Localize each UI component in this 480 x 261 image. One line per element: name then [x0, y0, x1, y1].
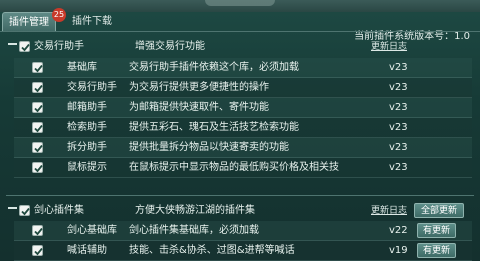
plugin-name: 拆分助手: [67, 142, 107, 153]
plugin-desc: 为交易行提供更多便捷性的操作: [129, 82, 269, 93]
plugin-checkbox[interactable]: [32, 142, 43, 153]
plugin-desc: 为邮箱提供快速取件、寄件功能: [129, 102, 269, 113]
group-checkbox[interactable]: [19, 205, 30, 216]
plugin-name: 基础库: [67, 62, 97, 73]
check-icon: [34, 124, 43, 133]
group-checkbox[interactable]: [19, 41, 30, 52]
tab-plugin-download[interactable]: 插件下载: [66, 12, 118, 32]
plugin-desc: 提供五彩石、瑰石及生活技艺检索功能: [129, 122, 299, 133]
plugin-name: 剑心基础库: [67, 225, 117, 236]
plugin-row: 邮箱助手 为邮箱提供快速取件、寄件功能 v23: [14, 98, 472, 118]
check-icon: [34, 164, 43, 173]
check-icon: [34, 64, 43, 73]
plugin-name: 邮箱助手: [67, 102, 107, 113]
group-header-jianxin: 剑心插件集 方便大侠畅游江湖的插件集 更新日志 全部更新: [6, 202, 474, 220]
update-all-button[interactable]: 全部更新: [414, 203, 465, 218]
plugin-version: v23: [389, 82, 408, 93]
plugin-version: v23: [389, 122, 408, 133]
update-button[interactable]: 有更新: [417, 223, 457, 238]
plugin-name: 交易行助手: [67, 82, 117, 93]
plugin-row: 喊话辅助 技能、击杀&协杀、过图&进帮等喊话 v19 有更新: [14, 241, 472, 261]
plugin-row: 检索助手 提供五彩石、瑰石及生活技艺检索功能 v23: [14, 118, 472, 138]
plugin-desc: 剑心插件集基础库，必须加载: [129, 225, 259, 236]
plugin-checkbox[interactable]: [32, 82, 43, 93]
tab-bar: 插件管理 25 插件下载 当前插件系统版本号：1.0: [0, 8, 480, 42]
tab-badge: 25: [52, 8, 66, 22]
plugin-version: v23: [389, 62, 408, 73]
check-icon: [34, 84, 43, 93]
plugin-desc: 交易行助手插件依赖这个库，必须加载: [129, 62, 299, 73]
changelog-link[interactable]: 更新日志: [371, 202, 407, 220]
plugin-list-trade: 基础库 交易行助手插件依赖这个库，必须加载 v23 交易行助手 为交易行提供更多…: [14, 58, 472, 178]
collapse-icon[interactable]: [8, 43, 17, 45]
check-icon: [34, 144, 43, 153]
plugin-name: 检索助手: [67, 122, 107, 133]
plugin-version: v22: [389, 225, 408, 236]
plugin-desc: 技能、击杀&协杀、过图&进帮等喊话: [129, 245, 295, 256]
check-icon: [34, 247, 43, 256]
plugin-row: 拆分助手 提供批量拆分物品以快速寄卖的功能 v23: [14, 138, 472, 158]
window-titlebar: [0, 0, 480, 12]
tab-label: 插件管理: [9, 17, 49, 28]
plugin-version: v19: [389, 245, 408, 256]
title-ornament: [205, 0, 275, 6]
update-button[interactable]: 有更新: [417, 243, 457, 258]
tab-label: 插件下载: [72, 16, 112, 27]
plugin-row: 剑心基础库 剑心插件集基础库，必须加载 v22 有更新: [14, 221, 472, 241]
tab-plugin-manage[interactable]: 插件管理 25: [2, 8, 66, 32]
tab-divider: [0, 31, 480, 32]
plugin-version: v23: [389, 162, 408, 173]
plugin-row: 交易行助手 为交易行提供更多便捷性的操作 v23: [14, 78, 472, 98]
plugin-name: 喊话辅助: [67, 245, 107, 256]
plugin-desc: 提供批量拆分物品以快速寄卖的功能: [129, 142, 289, 153]
check-icon: [21, 207, 30, 216]
plugin-checkbox[interactable]: [32, 122, 43, 133]
group-desc: 增强交易行功能: [135, 41, 205, 52]
group-desc: 方便大侠畅游江湖的插件集: [135, 205, 255, 216]
changelog-link[interactable]: 更新日志: [371, 38, 407, 56]
plugin-list-jianxin: 剑心基础库 剑心插件集基础库，必须加载 v22 有更新 喊话辅助 技能、击杀&协…: [14, 221, 472, 261]
collapse-icon[interactable]: [8, 207, 17, 209]
group-divider: [6, 195, 474, 196]
plugin-checkbox[interactable]: [32, 162, 43, 173]
plugin-checkbox[interactable]: [32, 225, 43, 236]
plugin-version: v23: [389, 142, 408, 153]
plugin-checkbox[interactable]: [32, 102, 43, 113]
group-name: 剑心插件集: [34, 205, 84, 216]
plugin-checkbox[interactable]: [32, 62, 43, 73]
plugin-desc: 在鼠标提示中显示物品的最低购买价格及相关技: [129, 162, 339, 173]
check-icon: [21, 43, 30, 52]
plugin-row: 基础库 交易行助手插件依赖这个库，必须加载 v23: [14, 58, 472, 78]
check-icon: [34, 227, 43, 236]
group-header-trade: 交易行助手 增强交易行功能 更新日志: [6, 38, 474, 56]
plugin-checkbox[interactable]: [32, 245, 43, 256]
plugin-name: 鼠标提示: [67, 162, 107, 173]
plugin-row: 鼠标提示 在鼠标提示中显示物品的最低购买价格及相关技 v23: [14, 158, 472, 178]
check-icon: [34, 104, 43, 113]
group-name: 交易行助手: [34, 41, 84, 52]
plugin-version: v23: [389, 102, 408, 113]
